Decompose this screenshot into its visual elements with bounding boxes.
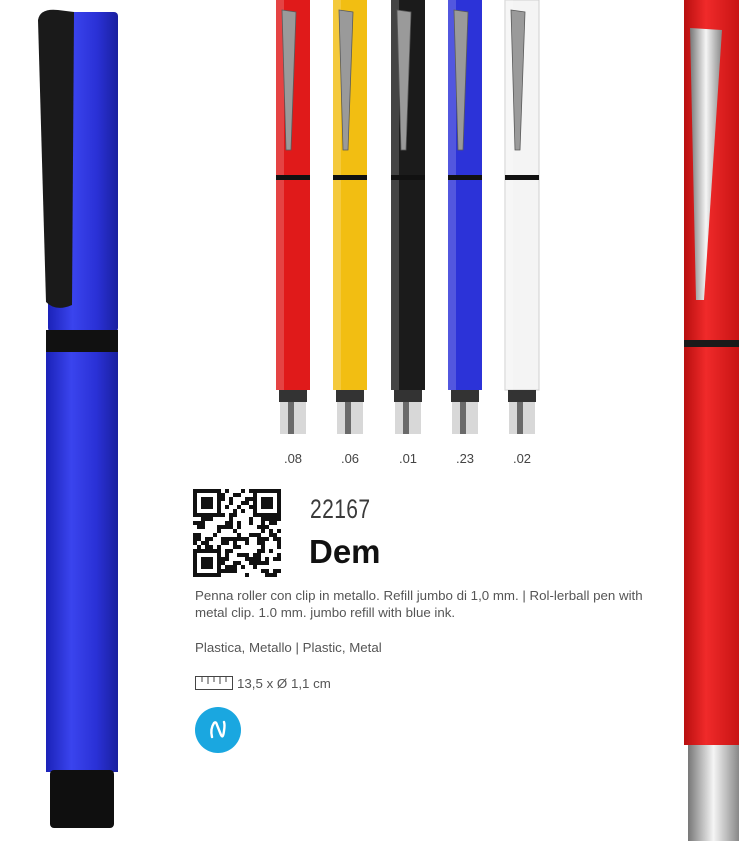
pen-variant-06 (333, 0, 367, 434)
pen-variant-23 (448, 0, 482, 434)
red-pen-large-image (684, 0, 739, 841)
blue-pen-large-image (38, 9, 118, 828)
variant-code: .23 (455, 451, 475, 466)
pen-variant-02 (504, 0, 540, 434)
variant-code: .06 (340, 451, 360, 466)
pen-variant-08 (276, 0, 310, 434)
pen-variant-01 (391, 0, 425, 434)
ruler-icon (195, 676, 233, 690)
qr-code-icon (193, 489, 281, 577)
product-description: Penna roller con clip in metallo. Refill… (195, 588, 643, 620)
variant-code: .02 (512, 451, 532, 466)
product-size-row: 13,5 x Ø 1,1 cm (195, 674, 331, 692)
product-size: 13,5 x Ø 1,1 cm (237, 675, 331, 691)
variant-code: .08 (283, 451, 303, 466)
product-material: Plastica, Metallo | Plastic, Metal (195, 640, 382, 655)
ink-badge-icon (195, 707, 241, 753)
variant-code: .01 (398, 451, 418, 466)
product-name: Dem (309, 533, 381, 570)
product-sku: 22167 (310, 494, 371, 524)
